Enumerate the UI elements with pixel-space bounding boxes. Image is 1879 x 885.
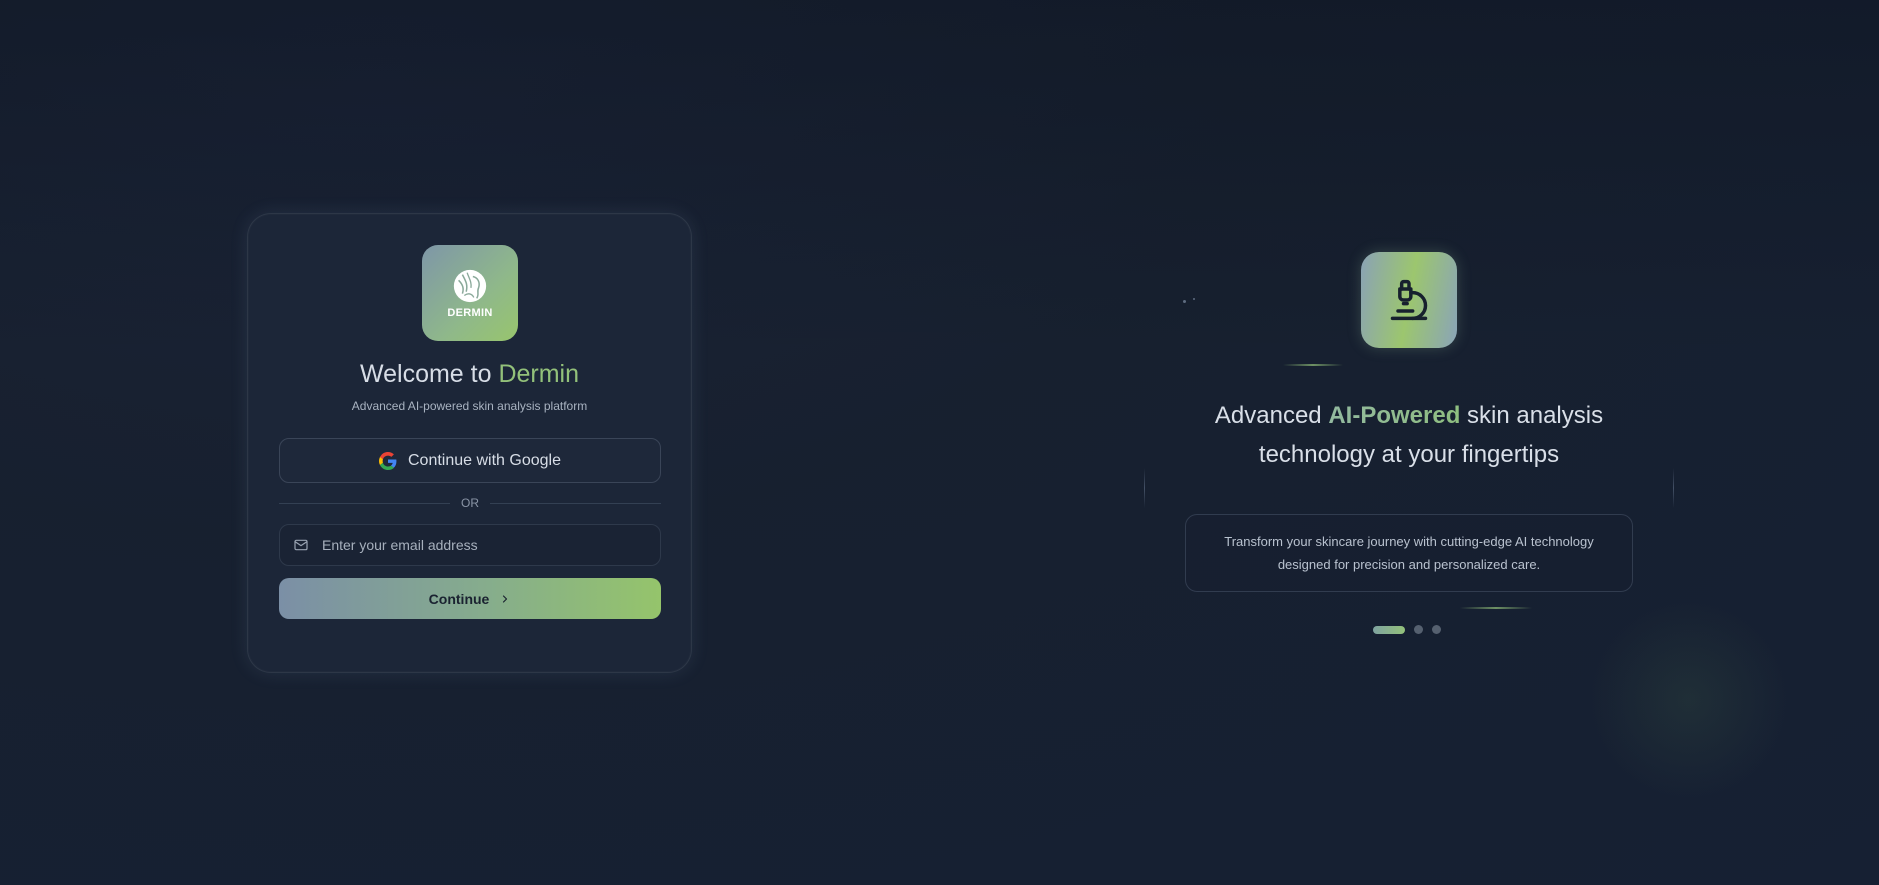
- or-divider: OR: [279, 496, 661, 510]
- hero-headline: Advanced AI-Powered skin analysis techno…: [1100, 396, 1718, 474]
- welcome-brand: Dermin: [498, 360, 580, 388]
- hero-accent-line-bottom: [1460, 607, 1532, 609]
- carousel-dot-1[interactable]: [1373, 625, 1405, 634]
- logo-text: DERMIN: [447, 307, 493, 319]
- welcome-heading: Welcome to Dermin: [248, 360, 691, 389]
- hero-accent-line-right: [1673, 468, 1674, 508]
- headline-line2: technology at your fingertips: [1258, 441, 1560, 468]
- continue-button-label: Continue: [428, 590, 490, 607]
- google-icon: [379, 451, 397, 470]
- email-field[interactable]: [279, 524, 661, 566]
- hero-description: Transform your skincare journey with cut…: [1224, 534, 1594, 572]
- mail-icon: [294, 539, 308, 551]
- carousel-dot-2[interactable]: [1414, 625, 1423, 634]
- sparkle-decoration: [1183, 298, 1197, 304]
- hero-accent-line-left: [1144, 468, 1145, 508]
- dermin-leaf-head-icon: [453, 269, 487, 303]
- login-card: DERMIN Welcome to Dermin Advanced AI-pow…: [247, 213, 692, 673]
- headline-accent: AI-Powered: [1328, 402, 1461, 429]
- carousel-dot-3[interactable]: [1432, 625, 1441, 634]
- headline-suffix: skin analysis: [1460, 402, 1604, 429]
- background-glow: [1589, 600, 1789, 800]
- divider-line-right: [490, 502, 661, 504]
- hero-description-box: Transform your skincare journey with cut…: [1185, 514, 1633, 592]
- divider-line-left: [279, 502, 450, 504]
- brand-logo: DERMIN: [422, 245, 518, 341]
- divider-text: OR: [461, 496, 479, 510]
- google-button-label: Continue with Google: [408, 451, 561, 469]
- carousel-indicators: [1373, 625, 1441, 634]
- email-input[interactable]: [320, 536, 660, 554]
- microscope-icon: [1390, 279, 1428, 321]
- continue-with-google-button[interactable]: Continue with Google: [279, 438, 661, 483]
- hero-icon-tile: [1361, 252, 1457, 348]
- hero-accent-line-top: [1283, 364, 1343, 366]
- login-subtitle: Advanced AI-powered skin analysis platfo…: [351, 399, 588, 413]
- welcome-prefix: Welcome to: [359, 360, 499, 388]
- chevron-right-icon: [503, 594, 508, 603]
- continue-button[interactable]: Continue: [279, 578, 661, 619]
- headline-prefix: Advanced: [1214, 402, 1329, 429]
